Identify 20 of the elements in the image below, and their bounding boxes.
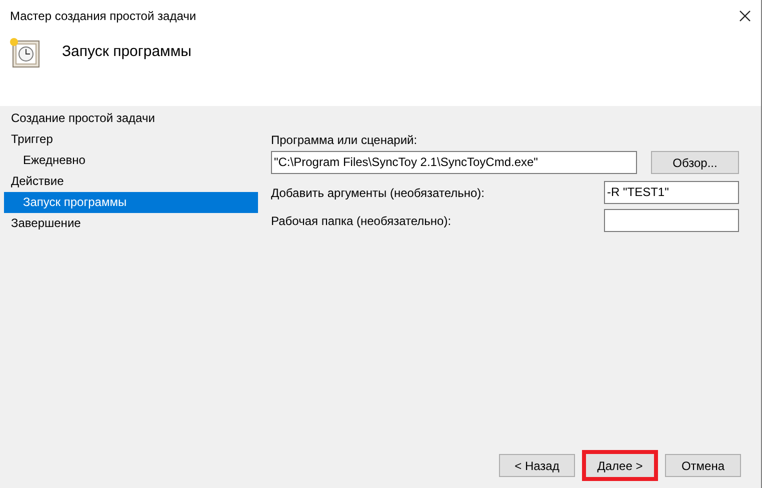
browse-button[interactable]: Обзор... [651, 151, 739, 174]
close-icon[interactable] [739, 10, 751, 22]
wizard-button[interactable]: Отмена [665, 454, 741, 477]
field-label: Добавить аргументы (необязательно): [271, 184, 484, 202]
wizard-button[interactable]: Далее > [582, 450, 658, 481]
input-field[interactable]: "C:\Program Files\SyncToy 2.1\SyncToyCmd.exe" [271, 151, 637, 174]
page-heading: Запуск программы [62, 42, 192, 62]
wizard-step[interactable]: Ежедневно [4, 150, 258, 171]
wizard-step[interactable]: Триггер [4, 129, 258, 150]
wizard-step[interactable]: Запуск программы [4, 192, 258, 213]
wizard-button[interactable]: < Назад [499, 454, 575, 477]
field-label: Рабочая папка (необязательно): [271, 212, 452, 230]
input-field[interactable] [604, 209, 739, 232]
window-title: Мастер создания простой задачи [10, 8, 196, 25]
field-label: Программа или сценарий: [271, 132, 418, 149]
wizard-step[interactable]: Действие [4, 171, 258, 192]
wizard-step[interactable]: Создание простой задачи [4, 108, 258, 129]
wizard-step[interactable]: Завершение [4, 213, 258, 234]
input-field[interactable]: -R "TEST1" [604, 181, 739, 204]
clock-icon [8, 36, 40, 68]
